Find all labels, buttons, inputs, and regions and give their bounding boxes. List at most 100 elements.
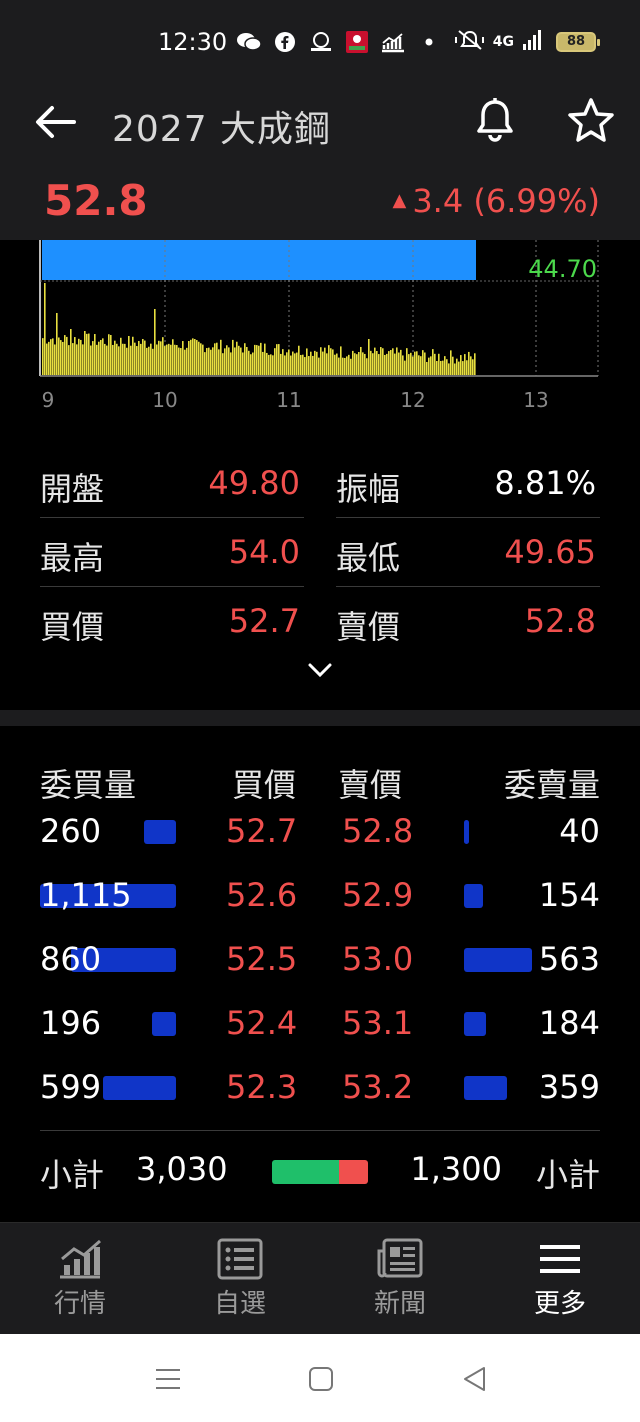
ask-price: 53.1 bbox=[342, 1004, 414, 1042]
ask-subtotal: 1,300 bbox=[410, 1150, 502, 1188]
volume-bar bbox=[190, 339, 192, 375]
ask-volume-bar bbox=[464, 1076, 507, 1100]
volume-bar bbox=[464, 354, 466, 375]
volume-bar bbox=[406, 348, 408, 375]
list-icon bbox=[217, 1238, 263, 1280]
volume-bar bbox=[186, 347, 188, 375]
ask-volume-bar bbox=[464, 1012, 486, 1036]
volume-bar bbox=[236, 341, 238, 375]
volume-bar bbox=[88, 333, 90, 375]
volume-bar bbox=[470, 356, 472, 375]
volume-bar bbox=[142, 338, 144, 375]
ask-price: 52.8 bbox=[342, 812, 414, 850]
volume-bar bbox=[84, 331, 86, 375]
volume-bar bbox=[352, 350, 354, 375]
nav-item-news[interactable]: 新聞 bbox=[340, 1237, 460, 1333]
bell-icon[interactable] bbox=[470, 96, 520, 146]
bid-price: 52.6 bbox=[226, 876, 298, 914]
nav-item-more[interactable]: 更多 bbox=[500, 1237, 620, 1333]
order-book-separator bbox=[40, 1130, 600, 1131]
volume-bar bbox=[148, 346, 150, 375]
volume-bar bbox=[218, 349, 220, 375]
volume-bar bbox=[54, 344, 56, 375]
volume-bar bbox=[342, 357, 344, 375]
volume-bar bbox=[374, 347, 376, 375]
ask-volume: 184 bbox=[538, 1004, 600, 1042]
volume-bar bbox=[72, 343, 74, 375]
volume-bar bbox=[242, 352, 244, 375]
chart-icon bbox=[60, 1239, 101, 1279]
volume-bar bbox=[468, 351, 470, 375]
volume-bar bbox=[254, 344, 256, 375]
order-book-row: 1,115 52.6 52.9 154 bbox=[0, 876, 640, 940]
intraday-chart[interactable]: 44.70 9 10 11 12 13 bbox=[0, 240, 640, 420]
ask-price: 53.2 bbox=[342, 1068, 414, 1106]
volume-bar bbox=[460, 355, 462, 375]
stat-label: 振幅 bbox=[336, 470, 401, 508]
volume-bar bbox=[292, 351, 294, 375]
volume-bar bbox=[442, 360, 444, 375]
volume-bar bbox=[192, 338, 194, 375]
volume-bar bbox=[80, 339, 82, 375]
volume-bar bbox=[116, 343, 118, 375]
volume-bar bbox=[332, 349, 334, 375]
back-icon[interactable] bbox=[460, 1364, 490, 1394]
volume-bar bbox=[178, 347, 180, 375]
stat-value: 52.8 bbox=[524, 602, 596, 640]
nav-label: 自選 bbox=[213, 1289, 266, 1319]
volume-bar bbox=[350, 358, 352, 375]
volume-bar bbox=[144, 340, 146, 375]
volume-bar bbox=[146, 347, 148, 375]
volume-bar bbox=[134, 342, 136, 375]
stat-low: 最低 49.65 bbox=[336, 519, 600, 587]
price-band bbox=[42, 240, 476, 280]
app-notification-icon bbox=[344, 30, 370, 54]
ask-volume: 563 bbox=[538, 940, 600, 978]
volume-bar bbox=[308, 356, 310, 375]
volume-bar bbox=[172, 339, 174, 375]
volume-bar bbox=[182, 341, 184, 375]
volume-bar bbox=[106, 345, 108, 375]
volume-bar bbox=[380, 347, 382, 375]
volume-bar bbox=[364, 353, 366, 375]
volume-bar bbox=[168, 343, 170, 375]
volume-bar bbox=[326, 353, 328, 375]
volume-bar bbox=[180, 348, 182, 375]
order-book-row: 196 52.4 53.1 184 bbox=[0, 1004, 640, 1068]
volume-bar bbox=[256, 345, 258, 375]
section-divider bbox=[0, 710, 640, 726]
volume-bar bbox=[234, 347, 236, 375]
volume-bar bbox=[412, 356, 414, 375]
volume-bar bbox=[320, 347, 322, 375]
volume-bar bbox=[284, 355, 286, 375]
nav-label: 行情 bbox=[53, 1289, 106, 1319]
volume-bar bbox=[344, 357, 346, 375]
star-icon[interactable] bbox=[566, 96, 616, 146]
chevron-down-icon[interactable] bbox=[306, 660, 334, 680]
header-bid-price: 買價 bbox=[232, 766, 297, 804]
home-icon[interactable] bbox=[306, 1364, 336, 1394]
system-status-icons: 4G bbox=[454, 28, 544, 56]
volume-bar bbox=[276, 344, 278, 375]
volume-bar bbox=[214, 343, 216, 375]
volume-bar bbox=[130, 345, 132, 375]
volume-bar bbox=[294, 353, 296, 375]
volume-bar bbox=[86, 333, 88, 375]
recent-apps-icon[interactable] bbox=[153, 1364, 183, 1394]
stat-label: 最低 bbox=[336, 539, 401, 577]
back-arrow-icon[interactable] bbox=[34, 102, 78, 142]
volume-bar bbox=[176, 345, 178, 375]
price-change: ▲ 3.4 (6.99%) bbox=[392, 182, 600, 220]
bid-subtotal: 3,030 bbox=[136, 1150, 228, 1188]
volume-bar bbox=[42, 338, 44, 375]
volume-bar bbox=[462, 361, 464, 375]
nav-item-watchlist[interactable]: 自選 bbox=[180, 1237, 300, 1333]
x-tick-label: 10 bbox=[152, 388, 177, 412]
volume-bar bbox=[162, 337, 164, 375]
volume-bar bbox=[202, 344, 204, 375]
volume-bar bbox=[318, 357, 320, 375]
network-label: 4G bbox=[492, 34, 514, 50]
nav-item-market[interactable]: 行情 bbox=[20, 1237, 140, 1333]
volume-bar bbox=[222, 353, 224, 375]
volume-bar bbox=[420, 356, 422, 375]
